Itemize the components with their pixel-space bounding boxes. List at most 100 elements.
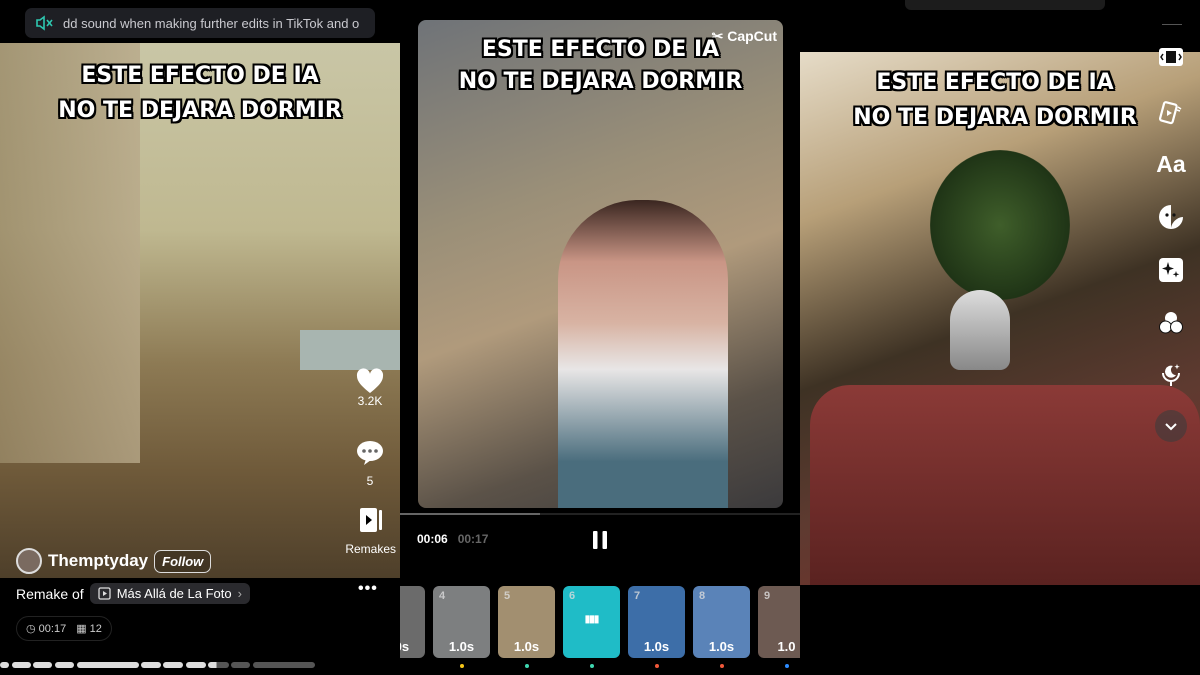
mute-speaker-icon <box>36 15 53 31</box>
creator-row: Themptyday Follow <box>16 548 212 574</box>
text-button[interactable]: Aa <box>1156 150 1186 178</box>
clip-thumbnail[interactable]: 8 1.0s <box>693 586 750 658</box>
template-icon <box>98 587 111 600</box>
clip-number: 9 <box>764 590 771 602</box>
template-card-button[interactable] <box>1157 98 1185 126</box>
remakes-icon <box>359 508 382 532</box>
video-caption-line2: NO TE DEJARA DORMIR <box>853 105 1137 130</box>
clip-duration: 1.0 <box>777 639 796 654</box>
remake-of-row: Remake of Más Allá de La Foto › <box>16 583 250 604</box>
time-display: 00:06 00:17 <box>417 532 488 546</box>
clip-number: 8 <box>699 590 706 602</box>
clip-thumbnail[interactable]: 1.0s <box>400 586 425 658</box>
segment-current <box>208 662 229 668</box>
segment <box>12 662 31 668</box>
aspect-ratio-icon <box>1159 48 1183 66</box>
video-caption-line1: ESTE EFECTO DE IA <box>876 70 1114 95</box>
segment <box>163 662 183 668</box>
remake-feed-panel: dd sound when making further edits in Ti… <box>0 0 400 675</box>
voice-effect-icon <box>1162 364 1180 386</box>
chevron-down-icon <box>1165 423 1177 431</box>
clip-thumbnail-selected[interactable]: 6 ▮▮▮ <box>563 586 620 658</box>
clip-count-value: 12 <box>89 623 102 635</box>
video-caption-line1: ESTE EFECTO DE IA <box>81 63 319 88</box>
text-icon: Aa <box>1156 150 1186 177</box>
top-bar <box>905 0 1105 10</box>
comment-count: 5 <box>366 474 374 488</box>
clip-count-meta: ▦ 12 <box>76 622 102 635</box>
video-sea <box>300 330 400 370</box>
pause-button[interactable] <box>592 531 608 554</box>
filters-button[interactable] <box>1157 309 1185 337</box>
sticker-button[interactable] <box>1157 203 1185 231</box>
video-caption-line1: ESTE EFECTO DE IA <box>481 37 720 62</box>
comment-icon <box>357 441 383 465</box>
total-time: 00:17 <box>457 532 489 546</box>
video-preview[interactable]: ✂ CapCut ESTE EFECTO DE IA NO TE DEJARA … <box>418 20 783 508</box>
clip-number: 7 <box>634 590 641 602</box>
clip-track-dot <box>525 664 529 668</box>
clip-track-dot <box>720 664 724 668</box>
remakes-label: Remakes <box>345 542 396 556</box>
clip-thumbnail[interactable]: 7 1.0s <box>628 586 685 658</box>
aspect-ratio-button[interactable] <box>1157 43 1185 71</box>
clip-track-dot <box>460 664 464 668</box>
editor-preview-panel: ✂ CapCut ESTE EFECTO DE IA NO TE DEJARA … <box>400 0 800 675</box>
effects-icon <box>1159 258 1183 282</box>
clip-thumbnail[interactable]: 5 1.0s <box>498 586 555 658</box>
clip-track-dot <box>785 664 789 668</box>
clip-track-dot <box>655 664 659 668</box>
ellipsis-icon: ••• <box>358 580 378 597</box>
template-card-icon <box>1158 101 1182 125</box>
template-link[interactable]: Más Allá de La Foto › <box>89 583 250 604</box>
segment <box>186 662 206 668</box>
clip-number: 5 <box>504 590 511 602</box>
follow-button[interactable]: Follow <box>154 549 212 573</box>
username[interactable]: Themptyday <box>48 551 148 571</box>
drag-handle[interactable] <box>1162 24 1182 25</box>
effects-button[interactable] <box>1157 256 1185 284</box>
editor-tools-panel: ESTE EFECTO DE IA NO TE DEJARA DORMIR <box>800 0 1200 675</box>
segment <box>77 662 139 668</box>
like-count: 3.2K <box>357 394 383 408</box>
filters-icon <box>1159 312 1183 334</box>
segment <box>33 662 52 668</box>
clip-duration: 1.0s <box>448 639 475 654</box>
clock-icon: ◷ <box>26 623 36 635</box>
film-icon: ▦ <box>76 623 87 635</box>
clip-thumbnail[interactable]: 9 1.0 <box>758 586 800 658</box>
template-name: Más Allá de La Foto <box>116 586 232 601</box>
sticker-icon <box>1159 205 1183 229</box>
more-options-button[interactable]: ••• <box>358 580 378 598</box>
banner-text: dd sound when making further edits in Ti… <box>63 15 360 31</box>
segment <box>231 662 250 668</box>
clip-duration: 1.0s <box>708 639 735 654</box>
pause-icon <box>593 531 607 549</box>
duration-value: 00:17 <box>38 623 67 635</box>
heart-icon <box>356 368 384 393</box>
replace-clip-icon: ▮▮▮ <box>584 614 599 625</box>
playback-progress[interactable] <box>400 513 800 515</box>
clip-thumbnail[interactable]: 4 1.0s <box>433 586 490 658</box>
clip-track-dot <box>590 664 594 668</box>
video-caption-line2: NO TE DEJARA DORMIR <box>58 98 342 123</box>
video-subject <box>558 200 728 508</box>
segment <box>0 662 9 668</box>
remakes-button[interactable]: Remakes <box>345 506 396 556</box>
clip-duration: 1.0s <box>513 639 540 654</box>
current-time: 00:06 <box>417 532 448 546</box>
sound-banner[interactable]: dd sound when making further edits in Ti… <box>25 8 375 38</box>
voice-effect-button[interactable] <box>1157 361 1185 389</box>
more-tools-button[interactable] <box>1155 410 1187 442</box>
comment-button[interactable]: 5 <box>356 440 384 488</box>
segment <box>141 662 161 668</box>
video-plant <box>930 150 1070 300</box>
progress-fill <box>400 513 540 515</box>
template-meta: ◷ 00:17 ▦ 12 <box>16 616 112 641</box>
clip-number: 6 <box>569 590 576 602</box>
like-button[interactable]: 3.2K <box>356 368 384 408</box>
avatar[interactable] <box>16 548 42 574</box>
video-caption-line2: NO TE DEJARA DORMIR <box>458 69 743 94</box>
clip-duration: 1.0s <box>400 639 410 654</box>
segment <box>55 662 74 668</box>
